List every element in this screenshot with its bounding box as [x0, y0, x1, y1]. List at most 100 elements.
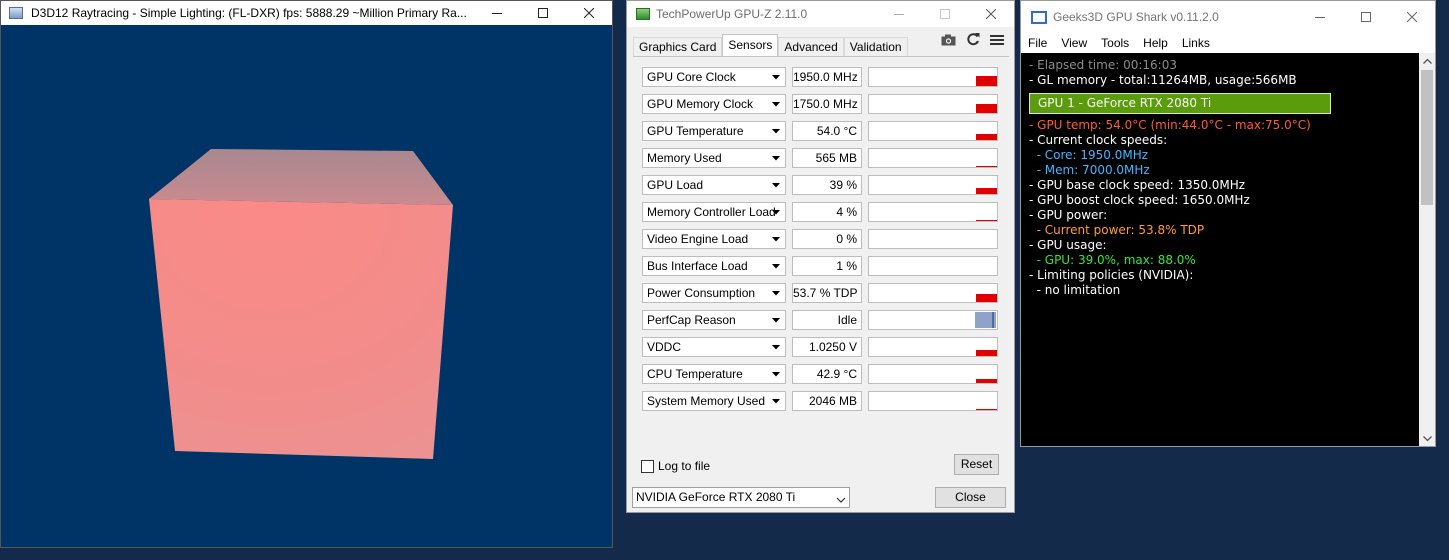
sensor-value: 1750.0 MHz — [792, 94, 862, 114]
sensor-name: GPU Temperature — [647, 124, 744, 138]
dropdown-arrow-icon — [767, 95, 785, 113]
scroll-down-icon[interactable] — [1422, 434, 1432, 444]
perfcap-graph-bar — [975, 312, 996, 328]
minimize-button[interactable] — [474, 1, 520, 25]
sensor-graph — [868, 310, 998, 330]
shark-minimize-button[interactable] — [1297, 1, 1343, 33]
camera-icon[interactable] — [941, 33, 956, 51]
shark-scrollbar[interactable] — [1419, 53, 1435, 446]
sensor-value: 54.0 °C — [792, 121, 862, 141]
gpu-select-dropdown[interactable]: NVIDIA GeForce RTX 2080 Ti — [632, 487, 850, 508]
log-to-file-option[interactable]: Log to file — [641, 459, 710, 473]
tab-validation[interactable]: Validation — [843, 37, 908, 58]
sensor-name-dropdown[interactable]: CPU Temperature — [642, 364, 786, 384]
sensor-name: PerfCap Reason — [647, 313, 736, 327]
maximize-icon — [1361, 12, 1371, 22]
sensor-name-dropdown[interactable]: Bus Interface Load — [642, 256, 786, 276]
tab-graphics-card[interactable]: Graphics Card — [633, 37, 723, 58]
elapsed-time: - Elapsed time: 00:16:03 — [1029, 58, 1177, 72]
chevron-down-icon — [836, 492, 846, 511]
minimize-icon — [492, 13, 502, 14]
sensor-name-dropdown[interactable]: Memory Used — [642, 148, 786, 168]
scrollbar-thumb[interactable] — [1421, 70, 1433, 205]
maximize-button[interactable] — [520, 1, 566, 25]
gpuz-window: TechPowerUp GPU-Z 2.11.0 Graphics Card S… — [626, 0, 1015, 513]
scroll-up-icon[interactable] — [1422, 56, 1432, 66]
tab-sensors[interactable]: Sensors — [722, 34, 779, 58]
log-to-file-checkbox[interactable] — [641, 459, 654, 473]
gpuz-minimize-button[interactable] — [876, 1, 922, 27]
sensor-graph-bar — [976, 294, 997, 302]
sensor-name-dropdown[interactable]: System Memory Used — [642, 391, 786, 411]
sensor-name-dropdown[interactable]: VDDC — [642, 337, 786, 357]
sensor-row: GPU Temperature 54.0 °C — [642, 121, 998, 141]
sensor-name-dropdown[interactable]: GPU Memory Clock — [642, 94, 786, 114]
sensor-row: Memory Controller Load 4 % — [642, 202, 998, 222]
gpu-banner: GPU 1 - GeForce RTX 2080 Ti — [1029, 93, 1331, 114]
mem-clock: - Mem: 7000.0MHz — [1029, 163, 1150, 177]
sensor-value: 1.0250 V — [792, 337, 862, 357]
sensor-graph-bar — [976, 76, 997, 86]
shark-menubar: File View Tools Help Links — [1021, 33, 1435, 53]
sensor-name: VDDC — [647, 340, 682, 354]
d3d12-raytracing-window: D3D12 Raytracing - Simple Lighting: (FL-… — [0, 0, 613, 548]
refresh-icon[interactable] — [966, 32, 980, 51]
gpu-power-header: - GPU power: — [1029, 208, 1108, 222]
dropdown-arrow-icon — [767, 338, 785, 356]
boost-clock: - GPU boost clock speed: 1650.0MHz — [1029, 193, 1250, 207]
base-clock: - GPU base clock speed: 1350.0MHz — [1029, 178, 1246, 192]
dropdown-arrow-icon — [767, 284, 785, 302]
dropdown-arrow-icon — [767, 149, 785, 167]
gpu-select-value: NVIDIA GeForce RTX 2080 Ti — [636, 490, 796, 504]
dropdown-arrow-icon — [767, 203, 785, 221]
sensor-graph — [868, 364, 998, 384]
sensor-value: 0 % — [792, 229, 862, 249]
shark-window-title: Geeks3D GPU Shark v0.11.2.0 — [1053, 10, 1219, 24]
sensor-value: 42.9 °C — [792, 364, 862, 384]
shark-maximize-button[interactable] — [1343, 1, 1389, 33]
close-button-gpuz[interactable]: Close — [935, 487, 1006, 508]
sensor-graph-bar — [976, 409, 997, 410]
sensor-name-dropdown[interactable]: GPU Load — [642, 175, 786, 195]
sensor-name: GPU Load — [647, 178, 704, 192]
sensor-name: Bus Interface Load — [647, 259, 748, 273]
sensor-value: Idle — [792, 310, 862, 330]
sensor-graph-bar — [976, 220, 997, 221]
menu-links[interactable]: Links — [1175, 33, 1217, 53]
sensor-graph-bar — [976, 166, 997, 167]
menu-tools[interactable]: Tools — [1094, 33, 1136, 53]
sensor-value: 1950.0 MHz — [792, 67, 862, 87]
sensor-graph — [868, 391, 998, 411]
gpu-usage: - GPU: 39.0%, max: 88.0% — [1029, 253, 1196, 267]
gpu-usage-header: - GPU usage: — [1029, 238, 1107, 252]
sensor-name: Power Consumption — [647, 286, 756, 300]
sensor-row: VDDC 1.0250 V — [642, 337, 998, 357]
dropdown-arrow-icon — [767, 257, 785, 275]
dropdown-arrow-icon — [767, 311, 785, 329]
shark-close-button[interactable] — [1389, 1, 1435, 33]
close-button[interactable] — [566, 1, 612, 25]
gpuz-close-button[interactable] — [968, 1, 1014, 27]
sensor-graph — [868, 121, 998, 141]
sensor-name-dropdown[interactable]: Memory Controller Load — [642, 202, 786, 222]
sensor-value: 4 % — [792, 202, 862, 222]
menu-view[interactable]: View — [1054, 33, 1094, 53]
menu-help[interactable]: Help — [1136, 33, 1175, 53]
sensor-name-dropdown[interactable]: GPU Core Clock — [642, 67, 786, 87]
render-viewport[interactable] — [1, 25, 612, 547]
sensor-value: 1 % — [792, 256, 862, 276]
shark-info-console: - Elapsed time: 00:16:03 - GL memory - t… — [1021, 53, 1419, 446]
gl-memory: - GL memory - total:11264MB, usage:566MB — [1029, 73, 1297, 87]
sensor-name-dropdown[interactable]: PerfCap Reason — [642, 310, 786, 330]
close-icon — [1407, 12, 1417, 22]
menu-icon[interactable] — [990, 33, 1004, 51]
dropdown-arrow-icon — [767, 122, 785, 140]
sensor-name-dropdown[interactable]: Video Engine Load — [642, 229, 786, 249]
limiting-policies-value: - no limitation — [1029, 283, 1121, 297]
reset-button[interactable]: Reset — [954, 454, 999, 475]
sensor-name-dropdown[interactable]: Power Consumption — [642, 283, 786, 303]
sensor-name-dropdown[interactable]: GPU Temperature — [642, 121, 786, 141]
tab-advanced[interactable]: Advanced — [778, 37, 844, 58]
cube-front-face — [149, 199, 453, 459]
menu-file[interactable]: File — [1021, 33, 1054, 53]
